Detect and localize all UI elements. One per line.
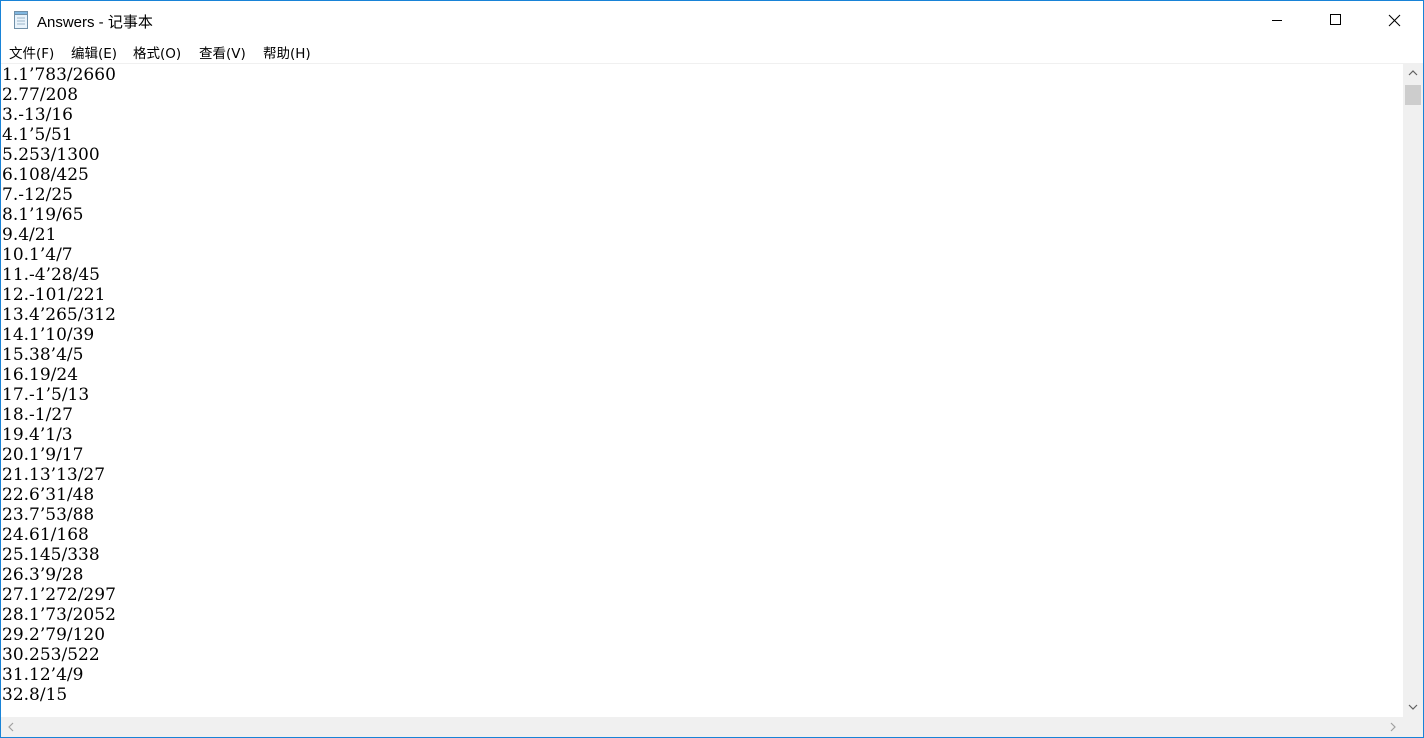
text-line: 26.3’9/28: [2, 565, 84, 585]
text-line: 24.61/168: [2, 525, 89, 545]
chevron-down-icon: [1408, 704, 1418, 710]
menu-format[interactable]: 格式(O): [133, 42, 181, 62]
title-bar[interactable]: Answers - 记事本: [1, 1, 1423, 39]
text-line: 8.1’19/65: [2, 205, 84, 225]
text-line: 22.6’31/48: [2, 485, 95, 505]
text-line: 28.1’73/2052: [2, 605, 116, 625]
vertical-scrollbar[interactable]: [1403, 63, 1423, 717]
menu-edit[interactable]: 编辑(E): [71, 42, 117, 62]
scroll-left-button[interactable]: [1, 717, 21, 737]
text-line: 11.-4’28/45: [2, 265, 100, 285]
text-line: 30.253/522: [2, 645, 100, 665]
menu-bar: 文件(F) 编辑(E) 格式(O) 查看(V) 帮助(H): [1, 39, 1423, 63]
text-editor-area[interactable]: 1.1’783/2660 2.77/208 3.-13/16 4.1’5/51 5.25…: [1, 63, 1403, 718]
text-line: 25.145/338: [2, 545, 100, 565]
text-line: 27.1’272/297: [2, 585, 116, 605]
text-line: 14.1’10/39: [2, 325, 95, 345]
notepad-app-icon[interactable]: [12, 10, 30, 30]
menu-file[interactable]: 文件(F): [9, 42, 54, 62]
text-line: 9.4/21: [2, 225, 57, 245]
text-line: 23.7’53/88: [2, 505, 95, 525]
text-line: 13.4’265/312: [2, 305, 116, 325]
close-button[interactable]: [1365, 1, 1423, 39]
minimize-button[interactable]: [1248, 1, 1306, 39]
text-line: 31.12’4/9: [2, 665, 84, 685]
text-line: 17.-1’5/13: [2, 385, 90, 405]
text-line: 7.-12/25: [2, 185, 73, 205]
scroll-down-button[interactable]: [1403, 697, 1423, 717]
text-line: 20.1’9/17: [2, 445, 84, 465]
menu-view[interactable]: 查看(V): [199, 42, 246, 62]
menu-help[interactable]: 帮助(H): [263, 42, 311, 62]
text-line: 32.8/15: [2, 685, 68, 705]
chevron-up-icon: [1408, 70, 1418, 76]
close-icon: [1388, 14, 1401, 27]
text-line: 4.1’5/51: [2, 125, 73, 145]
maximize-icon: [1330, 14, 1341, 25]
text-line: 1.1’783/2660: [2, 65, 116, 85]
text-line: 2.77/208: [2, 85, 79, 105]
vertical-scroll-thumb[interactable]: [1405, 85, 1421, 105]
text-line: 3.-13/16: [2, 105, 73, 125]
chevron-right-icon: [1390, 722, 1396, 732]
text-line: 12.-101/221: [2, 285, 106, 305]
document-text[interactable]: 1.1’783/2660 2.77/208 3.-13/16 4.1’5/51 5.25…: [2, 65, 116, 705]
maximize-button[interactable]: [1306, 1, 1364, 39]
text-line: 15.38’4/5: [2, 345, 84, 365]
scroll-up-button[interactable]: [1403, 63, 1423, 83]
text-line: 29.2’79/120: [2, 625, 106, 645]
scrollbar-corner: [1403, 717, 1423, 737]
text-line: 10.1’4/7: [2, 245, 73, 265]
chevron-left-icon: [8, 722, 14, 732]
text-line: 21.13’13/27: [2, 465, 106, 485]
text-line: 6.108/425: [2, 165, 89, 185]
text-line: 19.4’1/3: [2, 425, 73, 445]
notepad-window: Answers - 记事本 文件(F) 编辑(E) 格式(O) 查看(V) 帮助…: [0, 0, 1424, 738]
text-line: 16.19/24: [2, 365, 79, 385]
scroll-right-button[interactable]: [1383, 717, 1403, 737]
text-line: 18.-1/27: [2, 405, 73, 425]
window-title: Answers - 记事本: [37, 14, 153, 31]
text-line: 5.253/1300: [2, 145, 100, 165]
minimize-icon: [1272, 20, 1282, 21]
horizontal-scrollbar[interactable]: [1, 717, 1403, 737]
